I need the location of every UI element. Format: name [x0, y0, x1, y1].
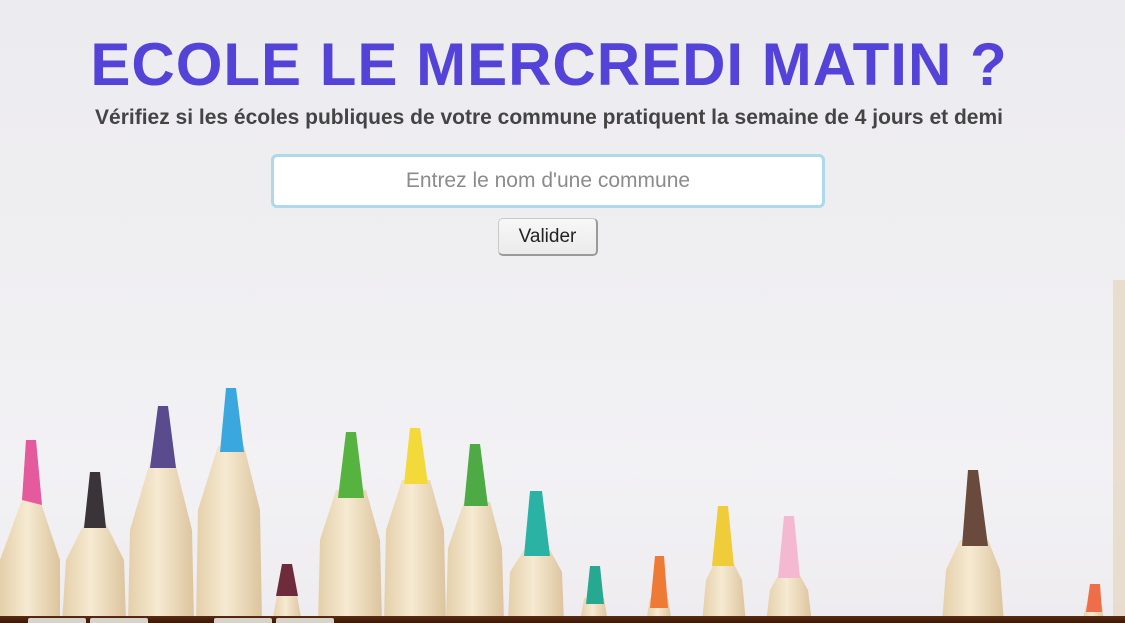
taskbar [0, 616, 1125, 623]
validate-button[interactable]: Valider [498, 218, 598, 256]
taskbar-item[interactable] [276, 618, 334, 623]
taskbar-item[interactable] [28, 618, 86, 623]
page-title: ECOLE LE MERCREDI MATIN ? [90, 31, 1008, 98]
commune-search-input[interactable] [271, 154, 825, 208]
page: ECOLE LE MERCREDI MATIN ? Vérifiez si le… [0, 0, 1125, 623]
taskbar-item[interactable] [90, 618, 148, 623]
page-subtitle: Vérifiez si les écoles publiques de votr… [95, 106, 1003, 129]
taskbar-item[interactable] [214, 618, 272, 623]
